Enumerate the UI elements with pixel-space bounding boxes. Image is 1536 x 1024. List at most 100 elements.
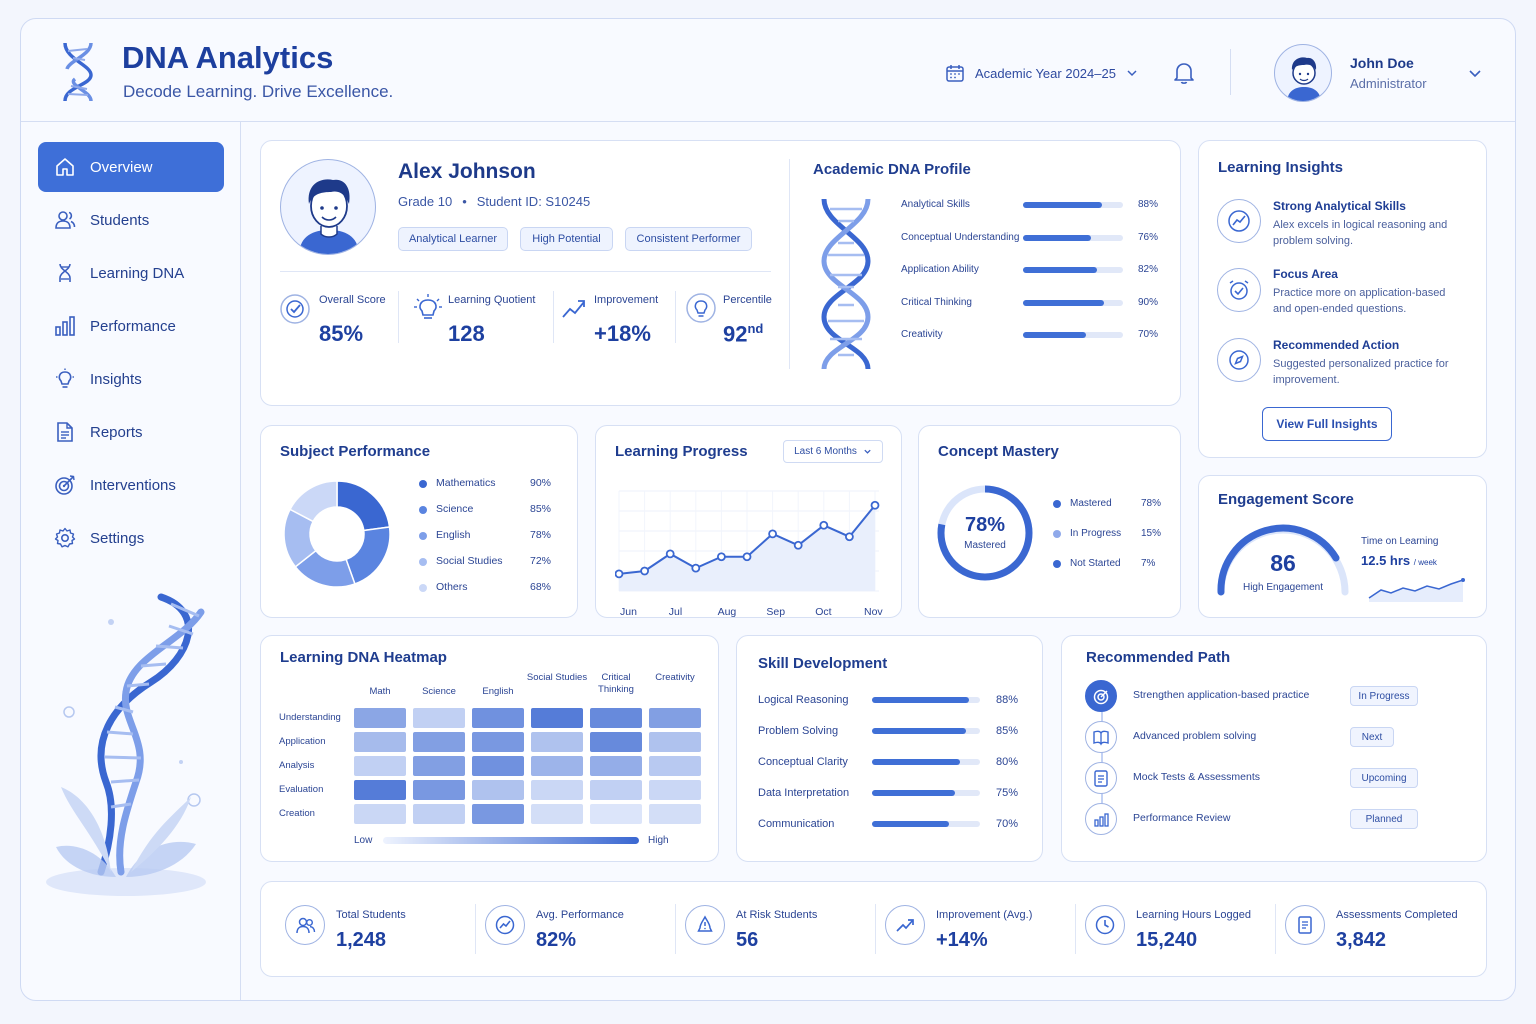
month-label: Oct: [815, 606, 832, 618]
percentile-number: 92: [723, 321, 748, 347]
sidebar-item-interventions[interactable]: Interventions: [38, 460, 224, 510]
sidebar-item-settings[interactable]: Settings: [38, 513, 224, 563]
progress-point: [717, 552, 726, 562]
summary-stat-value: 3,842: [1336, 929, 1387, 951]
app-window: DNA Analytics Decode Learning. Drive Exc…: [20, 18, 1516, 1001]
subject-donut-chart: [283, 480, 391, 588]
view-full-insights-button[interactable]: View Full Insights: [1262, 407, 1392, 441]
heatmap-cell: [531, 780, 583, 800]
mastery-center-label: Mastered: [964, 540, 1006, 551]
dna-skill-value: 90%: [1138, 296, 1159, 308]
legend-label: Others: [436, 581, 468, 593]
sidebar-item-performance[interactable]: Performance: [38, 301, 224, 351]
stat-divider: [398, 291, 399, 343]
student-profile-card: Alex Johnson Grade 10 • Student ID: S102…: [260, 140, 1181, 406]
time-unit: / week: [1413, 558, 1437, 567]
legend-dot: [419, 558, 427, 566]
target-icon: [1093, 689, 1109, 705]
improvement-value: +18%: [594, 321, 651, 346]
legend-value: 85%: [530, 503, 552, 515]
student-avatar: [280, 159, 376, 255]
dna-skill-value: 82%: [1138, 264, 1159, 276]
dna-skill-bar: [1023, 234, 1123, 241]
sidebar-item-learning-dna[interactable]: Learning DNA: [38, 248, 224, 298]
skill-value: 70%: [996, 818, 1019, 830]
legend-dot: [1053, 530, 1061, 538]
gauge-icon: [495, 915, 515, 935]
heatmap-low-label: Low: [354, 835, 373, 846]
summary-stat-label: Avg. Performance: [536, 909, 624, 921]
lightbulb-icon: [56, 368, 74, 388]
percentile-value: 92nd: [723, 321, 763, 347]
student-name: Alex Johnson: [398, 160, 536, 183]
dna-skill-label: Conceptual Understanding: [901, 231, 1020, 243]
progress-range-select[interactable]: Last 6 Months: [783, 440, 883, 463]
legend-dot: [419, 584, 427, 592]
engagement-sparkline: [1368, 578, 1465, 602]
percentile-label: Percentile: [723, 294, 772, 306]
academic-year-label: Academic Year 2024–25: [975, 65, 1116, 81]
sidebar-item-insights[interactable]: Insights: [38, 354, 224, 404]
heatmap-cell: [413, 804, 465, 824]
engagement-score-card: Engagement Score 86 High Engagement Time…: [1198, 475, 1487, 618]
document-icon: [57, 422, 73, 442]
sidebar: Overview Students Learning DNA Performan…: [21, 122, 241, 1000]
heatmap-row-label: Understanding: [279, 712, 341, 723]
score-gauge-icon: [280, 294, 310, 324]
insight-description: Practice more on application-based and o…: [1273, 287, 1446, 315]
mastery-legend-value: 78%: [1141, 498, 1162, 509]
legend-dot: [419, 480, 427, 488]
insight-description: Alex excels in logical reasoning and pro…: [1273, 219, 1448, 247]
mastery-legend-label: Not Started: [1070, 558, 1121, 569]
heatmap-row-label: Evaluation: [279, 784, 324, 795]
engagement-score-label: High Engagement: [1242, 582, 1324, 593]
bell-icon[interactable]: [1173, 61, 1195, 85]
legend-value: 90%: [530, 477, 552, 489]
time-on-learning-label: Time on Learning: [1361, 536, 1439, 547]
progress-point: [665, 549, 675, 559]
student-tag: High Potential: [520, 227, 613, 251]
progress-point: [691, 563, 701, 573]
overall-score-label: Overall Score: [319, 294, 386, 306]
sidebar-item-students[interactable]: Students: [38, 195, 224, 245]
legend-value: 72%: [530, 555, 552, 567]
summary-stat-icon-wrapper: [1085, 905, 1125, 945]
user-name: John Doe: [1350, 55, 1414, 71]
academic-year-selector[interactable]: Academic Year 2024–25: [945, 63, 1138, 83]
learning-dna-heatmap-card: Learning DNA Heatmap Math Science English S…: [260, 635, 719, 862]
skill-label: Communication: [758, 818, 835, 830]
heatmap-cell: [413, 708, 465, 728]
legend-dot: [1053, 500, 1061, 508]
heatmap-cell: [590, 780, 642, 800]
alarm-target-icon: [1229, 280, 1249, 300]
heatmap-cell: [649, 780, 701, 800]
heatmap-cell: [472, 804, 524, 824]
brand-tagline: Decode Learning. Drive Excellence.: [123, 82, 394, 101]
recommended-path-title: Recommended Path: [1086, 649, 1231, 666]
heatmap-row-label: Analysis: [279, 760, 315, 771]
stat-divider: [675, 904, 676, 954]
dna-logo-icon: [63, 42, 93, 102]
path-step-icon-wrapper: [1085, 680, 1117, 712]
brand-title: DNA Analytics: [122, 40, 334, 75]
heatmap-cell: [472, 732, 524, 752]
summary-stat-value: +14%: [936, 929, 988, 951]
book-icon: [1093, 730, 1109, 746]
skill-bar: [872, 790, 980, 796]
summary-stat-value: 15,240: [1136, 929, 1198, 951]
insight-title: Recommended Action: [1273, 338, 1400, 352]
chart-icon: [1094, 813, 1109, 827]
path-step-label: Advanced problem solving: [1133, 730, 1257, 742]
sidebar-item-overview[interactable]: Overview: [38, 142, 224, 192]
heatmap-cell: [413, 756, 465, 776]
brain-bulb-icon: [414, 294, 442, 319]
user-avatar[interactable]: [1274, 44, 1332, 102]
checklist-icon: [1094, 770, 1108, 787]
skill-value: 80%: [996, 756, 1019, 768]
student-meta: Grade 10 • Student ID: S10245: [398, 194, 590, 209]
dna-skill-value: 88%: [1138, 199, 1159, 210]
donut-slice-mathematics: [336, 480, 391, 532]
summary-stat-label: Total Students: [336, 909, 406, 921]
sidebar-item-reports[interactable]: Reports: [38, 407, 224, 457]
chevron-down-icon[interactable]: [1468, 66, 1482, 80]
